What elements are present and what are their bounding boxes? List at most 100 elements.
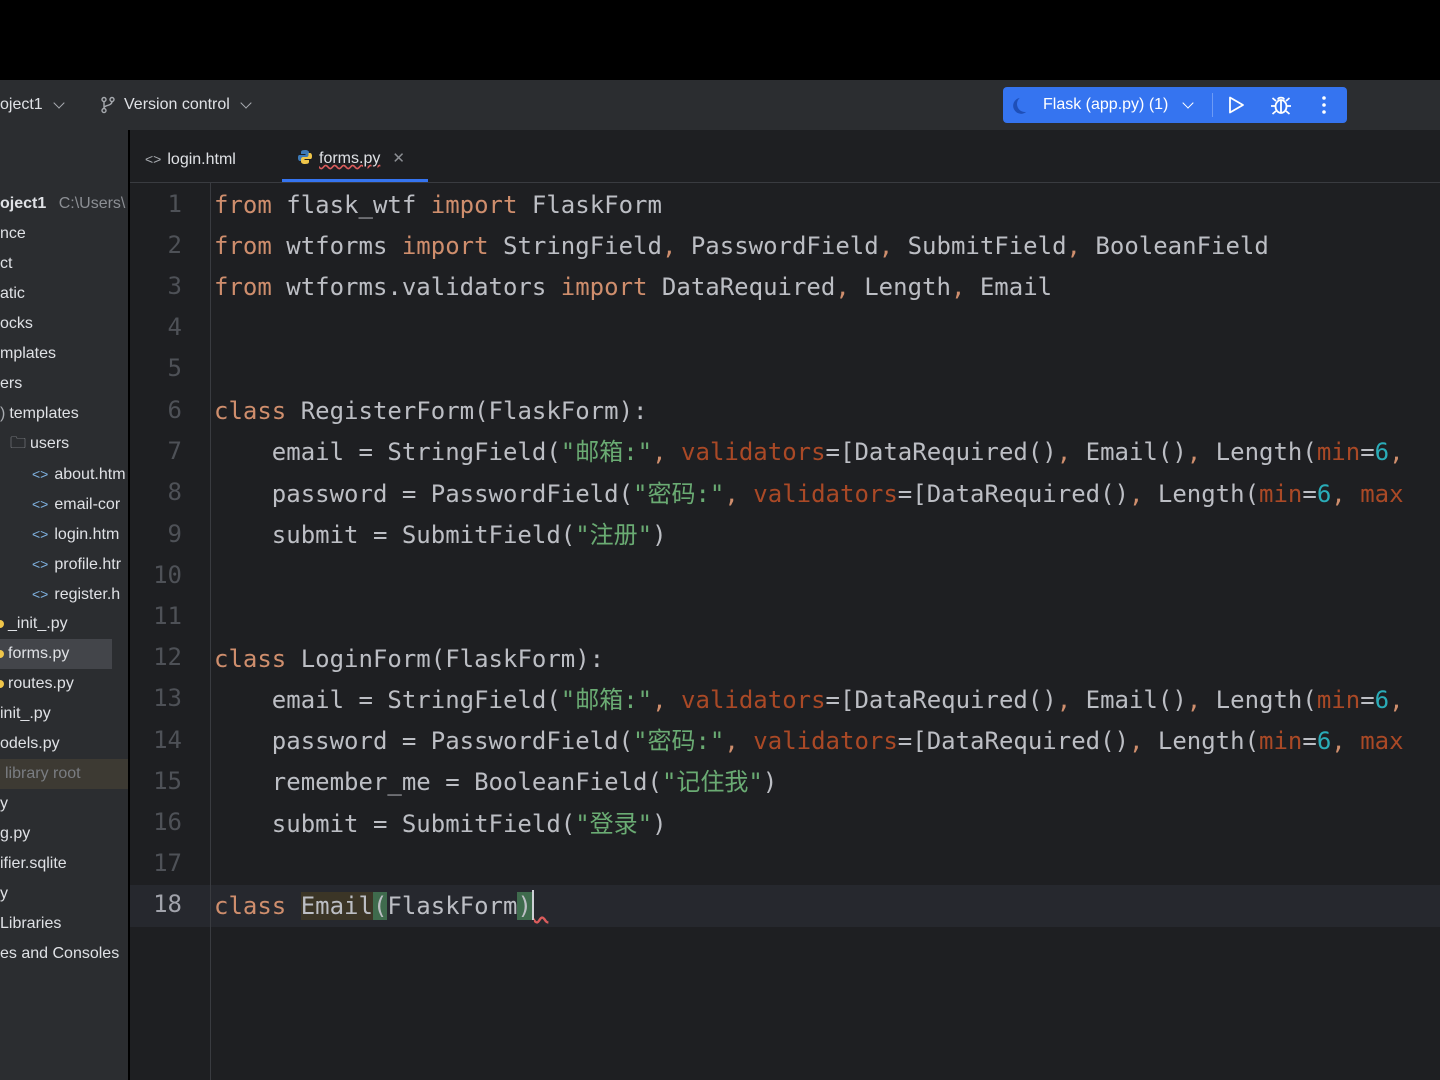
tree-item-label: about.htm bbox=[54, 466, 126, 483]
line-number: 14 bbox=[153, 726, 182, 754]
flask-config-icon bbox=[1015, 94, 1036, 115]
line-number: 10 bbox=[153, 561, 182, 589]
tree-item[interactable]: init_.py bbox=[0, 699, 51, 729]
code-line: class LoginForm(FlaskForm): bbox=[214, 645, 605, 673]
tree-item-label: init_.py bbox=[0, 705, 51, 722]
python-file-icon bbox=[0, 649, 4, 658]
chevron-down-icon bbox=[240, 96, 252, 109]
code-line: from wtforms import StringField, Passwor… bbox=[214, 232, 1269, 260]
code-area[interactable]: from flask_wtf import FlaskForm from wtf… bbox=[214, 182, 1440, 1080]
line-number-gutter: 1 2 3 4 5 6 7 8 9 10 11 12 13 14 15 16 17 18 bbox=[130, 182, 211, 1080]
line-number: 5 bbox=[167, 354, 182, 382]
line-number: 9 bbox=[167, 520, 182, 548]
tree-item[interactable]: 🗀 users bbox=[0, 429, 69, 459]
tree-item[interactable]: <> register.h bbox=[0, 579, 120, 609]
code-line: email = StringField("邮箱:", validators=[D… bbox=[214, 438, 1404, 466]
tree-item-label: ifier.sqlite bbox=[0, 855, 67, 872]
line-number: 16 bbox=[153, 808, 182, 836]
tree-root[interactable]: oject1 C:\Users\ bbox=[0, 189, 125, 219]
code-line: submit = SubmitField("注册") bbox=[214, 521, 667, 549]
editor-tabs: <> login.html forms.py ✕ bbox=[130, 130, 1440, 183]
tree-item-label: templates bbox=[9, 405, 79, 422]
folder-icon: 🗀 bbox=[10, 435, 27, 452]
run-widget-divider bbox=[1212, 93, 1213, 117]
tree-item-label: library root bbox=[5, 765, 81, 782]
top-black-bar bbox=[0, 0, 1440, 80]
close-icon[interactable]: ✕ bbox=[392, 150, 405, 167]
run-icon[interactable] bbox=[1226, 96, 1246, 114]
tree-item-label: es and Consoles bbox=[0, 945, 120, 962]
vcs-selector[interactable]: Version control bbox=[100, 80, 252, 130]
project-selector[interactable]: oject1 bbox=[0, 80, 65, 130]
line-number: 7 bbox=[167, 437, 182, 465]
tree-item[interactable]: ers bbox=[0, 369, 22, 399]
tree-item[interactable]: ocks bbox=[0, 309, 33, 339]
tree-item[interactable]: ct bbox=[0, 249, 12, 279]
tree-item[interactable]: routes.py bbox=[0, 669, 74, 699]
code-line: submit = SubmitField("登录") bbox=[214, 810, 667, 838]
tree-item[interactable]: odels.py bbox=[0, 729, 60, 759]
run-widget: Flask (app.py) (1) bbox=[1003, 87, 1347, 123]
project-label: oject1 bbox=[0, 96, 43, 113]
tree-item[interactable]: <> login.htm bbox=[0, 519, 119, 549]
line-number: 15 bbox=[153, 767, 182, 795]
debug-icon[interactable] bbox=[1270, 95, 1292, 115]
tree-item-label: users bbox=[30, 435, 70, 452]
tree-item-label: Libraries bbox=[0, 915, 62, 932]
tree-item[interactable]: _init_.py bbox=[0, 609, 68, 639]
tree-item[interactable]: g.py bbox=[0, 819, 30, 849]
python-file-icon bbox=[298, 150, 312, 164]
tree-item-label: y bbox=[0, 795, 8, 812]
code-line: password = PasswordField("密码:", validato… bbox=[214, 480, 1404, 508]
tree-item-label: register.h bbox=[54, 586, 121, 603]
tree-item-label: y bbox=[0, 885, 8, 902]
html-file-icon: <> bbox=[32, 586, 49, 602]
tree-item[interactable]: y bbox=[0, 879, 8, 909]
tree-item-label: g.py bbox=[0, 825, 31, 842]
tree-item-label: atic bbox=[0, 285, 25, 302]
tree-item[interactable]: ifier.sqlite bbox=[0, 849, 67, 879]
tree-item[interactable]: ) templates bbox=[0, 399, 79, 429]
chevron-down-icon[interactable] bbox=[1182, 97, 1194, 109]
tab-label: forms.py bbox=[319, 150, 381, 167]
line-number: 12 bbox=[153, 643, 182, 671]
tree-item[interactable]: library root bbox=[0, 759, 128, 789]
run-config-selector[interactable]: Flask (app.py) (1) bbox=[1043, 87, 1168, 123]
line-number: 6 bbox=[167, 396, 182, 424]
branch-icon bbox=[101, 96, 115, 114]
project-tree: oject1 C:\Users\ nce ct atic ocks mplates ers… bbox=[0, 130, 128, 1080]
code-line: remember_me = BooleanField("记住我") bbox=[214, 768, 778, 796]
tree-item-label: odels.py bbox=[0, 735, 60, 752]
vcs-label: Version control bbox=[124, 96, 230, 113]
more-actions-icon[interactable] bbox=[1321, 95, 1327, 115]
tree-item-label: ers bbox=[0, 375, 23, 392]
code-line: password = PasswordField("密码:", validato… bbox=[214, 727, 1404, 755]
code-line-current: class Email(FlaskForm) bbox=[214, 890, 534, 920]
tree-item[interactable]: y bbox=[0, 789, 8, 819]
line-number: 8 bbox=[167, 478, 182, 506]
line-number: 11 bbox=[153, 602, 182, 630]
tree-item-label: ct bbox=[0, 255, 13, 272]
tree-item[interactable]: atic bbox=[0, 279, 25, 309]
tab-forms-py[interactable]: forms.py ✕ bbox=[297, 130, 405, 182]
html-file-icon: <> bbox=[32, 496, 49, 512]
tree-item-label: login.htm bbox=[54, 526, 120, 543]
code-line: from wtforms.validators import DataRequi… bbox=[214, 273, 1053, 301]
tree-item[interactable]: forms.py bbox=[0, 639, 112, 669]
tree-item-label: _init_.py bbox=[8, 615, 68, 632]
tree-item[interactable]: Libraries bbox=[0, 909, 61, 939]
tree-item[interactable]: nce bbox=[0, 219, 26, 249]
html-file-icon: <> bbox=[145, 151, 162, 167]
code-line: from flask_wtf import FlaskForm bbox=[214, 191, 662, 219]
tree-item[interactable]: <> email-cor bbox=[0, 489, 120, 519]
tree-item-label: profile.htr bbox=[54, 556, 122, 573]
tree-item-label: email-cor bbox=[54, 496, 121, 513]
line-number: 13 bbox=[153, 684, 182, 712]
tree-item[interactable]: mplates bbox=[0, 339, 56, 369]
tree-item[interactable]: <> profile.htr bbox=[0, 549, 121, 579]
line-number: 17 bbox=[153, 849, 182, 877]
tree-item[interactable]: <> about.htm bbox=[0, 459, 126, 489]
line-number: 4 bbox=[167, 313, 182, 341]
tree-item[interactable]: es and Consoles bbox=[0, 939, 119, 969]
tab-login-html[interactable]: <> login.html bbox=[145, 130, 236, 182]
